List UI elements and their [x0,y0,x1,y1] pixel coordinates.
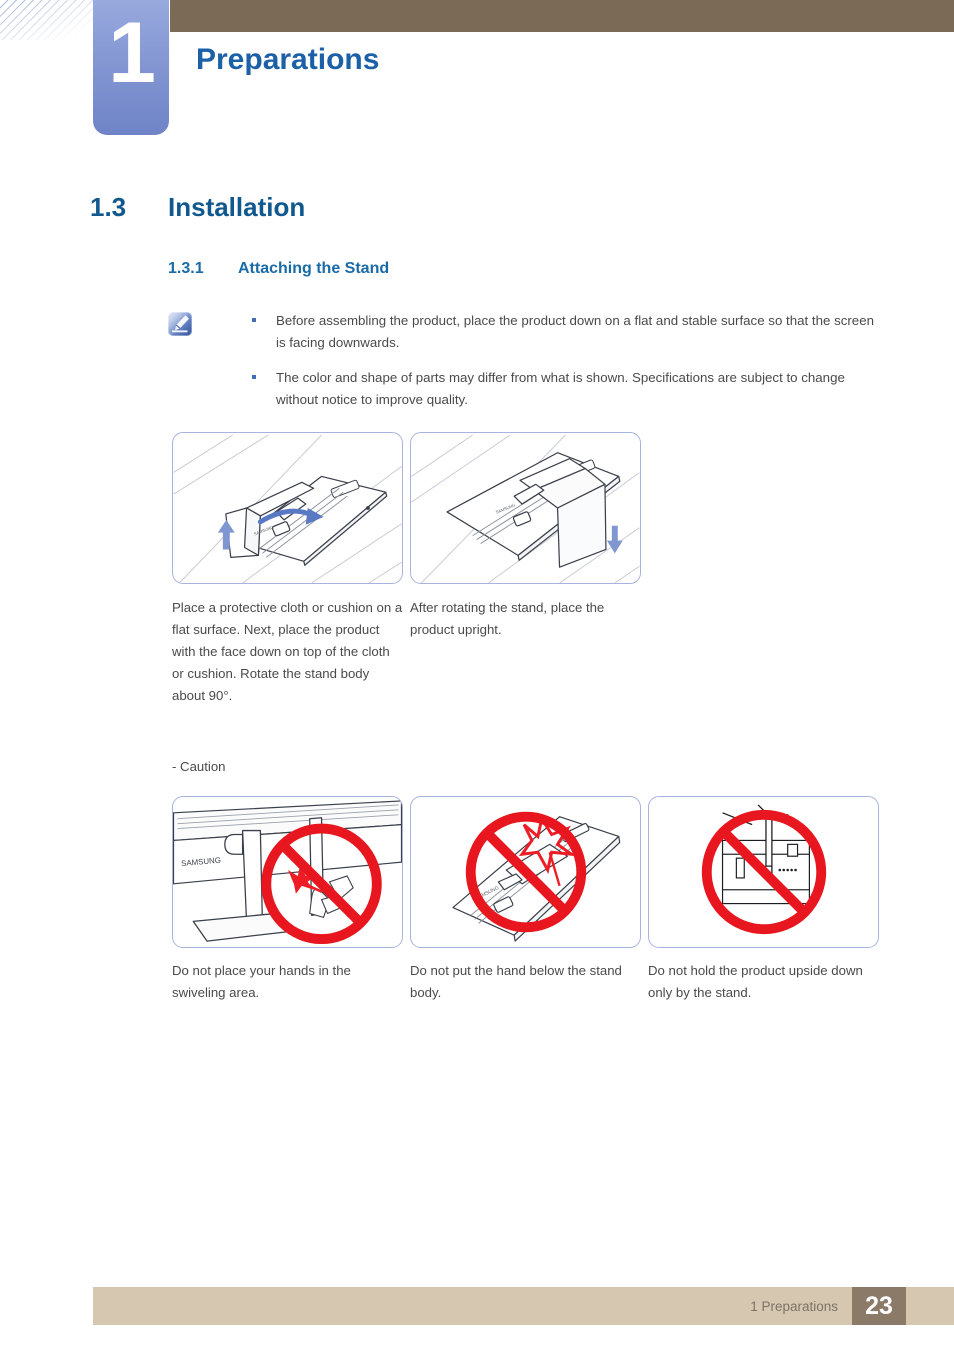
chapter-title: Preparations [196,43,380,76]
step-caption-row: Place a protective cloth or cushion on a… [172,597,641,707]
caution-panel-3 [648,796,879,948]
caution-panel-1: SAMSUNG [172,796,403,948]
step-caption: After rotating the stand, place the prod… [410,600,605,637]
caution-caption: Do not hold the product upside down only… [648,963,863,1000]
subsection-number: 1.3.1 [168,260,204,277]
subsection-heading: 1.3.1 Attaching the Stand [168,260,389,278]
subsection-title: Attaching the Stand [238,260,390,277]
section-heading: 1.3 Installation [90,192,305,223]
note-pencil-icon [168,312,192,336]
note-bullet-text: The color and shape of parts may differ … [276,370,845,407]
decorative-hatch-pattern [0,0,96,40]
section-number: 1.3 [90,192,127,222]
step-panel-2: SAMSUNG [410,432,641,584]
note-block: Before assembling the product, place the… [168,310,886,410]
section-title: Installation [168,192,306,222]
step-panel-1: SAMSUNG [172,432,403,584]
bullet-marker [252,318,256,322]
page-number: 23 [865,1291,893,1320]
note-bullet-text: Before assembling the product, place the… [276,313,874,350]
caution-caption-row: Do not place your hands in the swiveling… [172,960,879,1004]
document-page: 1 Preparations 1.3 Installation 1.3.1 At… [0,0,954,1350]
note-bullet-item: The color and shape of parts may differ … [244,367,886,410]
caution-caption: Do not place your hands in the swiveling… [172,963,351,1000]
step-caption: Place a protective cloth or cushion on a… [172,600,403,703]
caution-panel-2: SAMSUNG [410,796,641,948]
bullet-marker [252,375,256,380]
note-bullet-list: Before assembling the product, place the… [244,310,886,410]
step-figure-row: SAMSUNG SAMSUNG [172,432,641,584]
chapter-number-badge: 1 [93,0,169,135]
page-number-box: 23 [852,1287,906,1325]
note-bullet-item: Before assembling the product, place the… [244,310,886,353]
caution-caption: Do not put the hand below the stand body… [410,963,622,1000]
caution-label: - Caution [172,759,226,774]
header-bar [170,0,954,32]
footer-chapter-ref: 1 Preparations [750,1298,838,1314]
chapter-number: 1 [108,5,156,101]
caution-figure-row: SAMSUNG SAMSUNG [172,796,879,948]
